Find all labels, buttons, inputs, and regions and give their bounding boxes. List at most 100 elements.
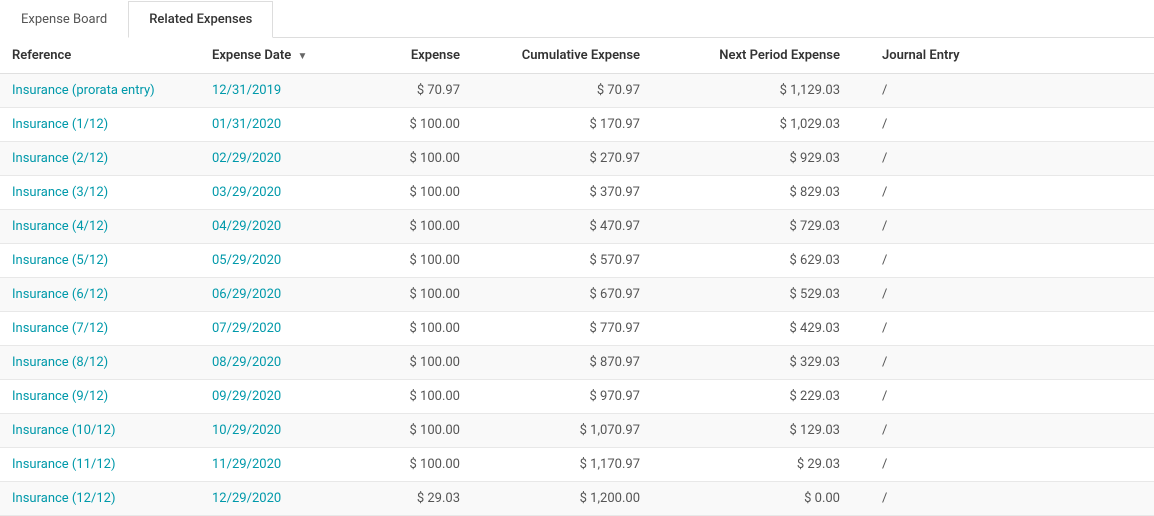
- cell-cumulative: $ 870.97: [490, 346, 670, 380]
- cell-cumulative: $ 470.97: [490, 210, 670, 244]
- cell-next-period: $ 829.03: [670, 176, 870, 210]
- cell-next-period: $ 29.03: [670, 448, 870, 482]
- cell-cumulative: $ 770.97: [490, 312, 670, 346]
- table-row: Insurance (1/12)01/31/2020$ 100.00$ 170.…: [0, 108, 1154, 142]
- cell-cumulative: $ 70.97: [490, 74, 670, 108]
- cell-journal[interactable]: /: [870, 346, 1154, 380]
- col-header-date[interactable]: Expense Date ▼: [200, 38, 360, 74]
- cell-date[interactable]: 06/29/2020: [200, 278, 360, 312]
- cell-journal[interactable]: /: [870, 278, 1154, 312]
- cell-reference[interactable]: Insurance (10/12): [0, 414, 200, 448]
- col-header-expense: Expense: [360, 38, 490, 74]
- cell-cumulative: $ 570.97: [490, 244, 670, 278]
- cell-date[interactable]: 05/29/2020: [200, 244, 360, 278]
- table-row: Insurance (6/12)06/29/2020$ 100.00$ 670.…: [0, 278, 1154, 312]
- table-row: Insurance (10/12)10/29/2020$ 100.00$ 1,0…: [0, 414, 1154, 448]
- cell-cumulative: $ 1,170.97: [490, 448, 670, 482]
- table-row: Insurance (prorata entry)12/31/2019$ 70.…: [0, 74, 1154, 108]
- cell-date[interactable]: 08/29/2020: [200, 346, 360, 380]
- cell-journal[interactable]: /: [870, 312, 1154, 346]
- table-row: Insurance (12/12)12/29/2020$ 29.03$ 1,20…: [0, 482, 1154, 516]
- cell-date[interactable]: 04/29/2020: [200, 210, 360, 244]
- cell-expense: $ 100.00: [360, 346, 490, 380]
- sort-arrow-icon: ▼: [297, 51, 307, 62]
- cell-journal[interactable]: /: [870, 210, 1154, 244]
- cell-journal[interactable]: /: [870, 414, 1154, 448]
- cell-next-period: $ 429.03: [670, 312, 870, 346]
- cell-date[interactable]: 12/31/2019: [200, 74, 360, 108]
- col-header-cumulative: Cumulative Expense: [490, 38, 670, 74]
- cell-date[interactable]: 09/29/2020: [200, 380, 360, 414]
- cell-reference[interactable]: Insurance (prorata entry): [0, 74, 200, 108]
- cell-expense: $ 100.00: [360, 278, 490, 312]
- expenses-table: Reference Expense Date ▼ Expense Cumulat…: [0, 38, 1154, 516]
- cell-expense: $ 100.00: [360, 142, 490, 176]
- cell-expense: $ 29.03: [360, 482, 490, 516]
- tab-bar: Expense Board Related Expenses: [0, 0, 1154, 38]
- cell-reference[interactable]: Insurance (7/12): [0, 312, 200, 346]
- cell-expense: $ 100.00: [360, 244, 490, 278]
- tab-expense-board[interactable]: Expense Board: [0, 1, 128, 38]
- cell-reference[interactable]: Insurance (2/12): [0, 142, 200, 176]
- cell-next-period: $ 629.03: [670, 244, 870, 278]
- col-header-journal: Journal Entry: [870, 38, 1154, 74]
- cell-reference[interactable]: Insurance (3/12): [0, 176, 200, 210]
- table-header-row: Reference Expense Date ▼ Expense Cumulat…: [0, 38, 1154, 74]
- cell-date[interactable]: 11/29/2020: [200, 448, 360, 482]
- cell-expense: $ 70.97: [360, 74, 490, 108]
- cell-next-period: $ 0.00: [670, 482, 870, 516]
- cell-date[interactable]: 07/29/2020: [200, 312, 360, 346]
- col-header-reference: Reference: [0, 38, 200, 74]
- cell-expense: $ 100.00: [360, 312, 490, 346]
- cell-next-period: $ 729.03: [670, 210, 870, 244]
- cell-reference[interactable]: Insurance (1/12): [0, 108, 200, 142]
- cell-reference[interactable]: Insurance (5/12): [0, 244, 200, 278]
- cell-reference[interactable]: Insurance (12/12): [0, 482, 200, 516]
- cell-journal[interactable]: /: [870, 74, 1154, 108]
- cell-next-period: $ 929.03: [670, 142, 870, 176]
- cell-next-period: $ 229.03: [670, 380, 870, 414]
- cell-expense: $ 100.00: [360, 414, 490, 448]
- cell-journal[interactable]: /: [870, 448, 1154, 482]
- tab-related-expenses[interactable]: Related Expenses: [128, 1, 273, 38]
- table-row: Insurance (3/12)03/29/2020$ 100.00$ 370.…: [0, 176, 1154, 210]
- cell-expense: $ 100.00: [360, 380, 490, 414]
- cell-cumulative: $ 1,200.00: [490, 482, 670, 516]
- col-header-next-period: Next Period Expense: [670, 38, 870, 74]
- table-row: Insurance (8/12)08/29/2020$ 100.00$ 870.…: [0, 346, 1154, 380]
- cell-expense: $ 100.00: [360, 176, 490, 210]
- cell-expense: $ 100.00: [360, 210, 490, 244]
- table-row: Insurance (9/12)09/29/2020$ 100.00$ 970.…: [0, 380, 1154, 414]
- table-body: Insurance (prorata entry)12/31/2019$ 70.…: [0, 74, 1154, 516]
- cell-expense: $ 100.00: [360, 448, 490, 482]
- cell-journal[interactable]: /: [870, 142, 1154, 176]
- cell-next-period: $ 1,129.03: [670, 74, 870, 108]
- cell-cumulative: $ 670.97: [490, 278, 670, 312]
- cell-cumulative: $ 170.97: [490, 108, 670, 142]
- cell-next-period: $ 1,029.03: [670, 108, 870, 142]
- cell-reference[interactable]: Insurance (8/12): [0, 346, 200, 380]
- table-row: Insurance (4/12)04/29/2020$ 100.00$ 470.…: [0, 210, 1154, 244]
- cell-journal[interactable]: /: [870, 482, 1154, 516]
- cell-cumulative: $ 270.97: [490, 142, 670, 176]
- cell-cumulative: $ 1,070.97: [490, 414, 670, 448]
- cell-date[interactable]: 12/29/2020: [200, 482, 360, 516]
- cell-next-period: $ 329.03: [670, 346, 870, 380]
- cell-reference[interactable]: Insurance (6/12): [0, 278, 200, 312]
- cell-date[interactable]: 10/29/2020: [200, 414, 360, 448]
- cell-date[interactable]: 03/29/2020: [200, 176, 360, 210]
- cell-journal[interactable]: /: [870, 380, 1154, 414]
- cell-date[interactable]: 02/29/2020: [200, 142, 360, 176]
- table-row: Insurance (7/12)07/29/2020$ 100.00$ 770.…: [0, 312, 1154, 346]
- cell-journal[interactable]: /: [870, 176, 1154, 210]
- cell-reference[interactable]: Insurance (11/12): [0, 448, 200, 482]
- table-row: Insurance (11/12)11/29/2020$ 100.00$ 1,1…: [0, 448, 1154, 482]
- table-row: Insurance (2/12)02/29/2020$ 100.00$ 270.…: [0, 142, 1154, 176]
- cell-next-period: $ 529.03: [670, 278, 870, 312]
- cell-reference[interactable]: Insurance (4/12): [0, 210, 200, 244]
- cell-date[interactable]: 01/31/2020: [200, 108, 360, 142]
- cell-journal[interactable]: /: [870, 244, 1154, 278]
- cell-reference[interactable]: Insurance (9/12): [0, 380, 200, 414]
- table-row: Insurance (5/12)05/29/2020$ 100.00$ 570.…: [0, 244, 1154, 278]
- cell-journal[interactable]: /: [870, 108, 1154, 142]
